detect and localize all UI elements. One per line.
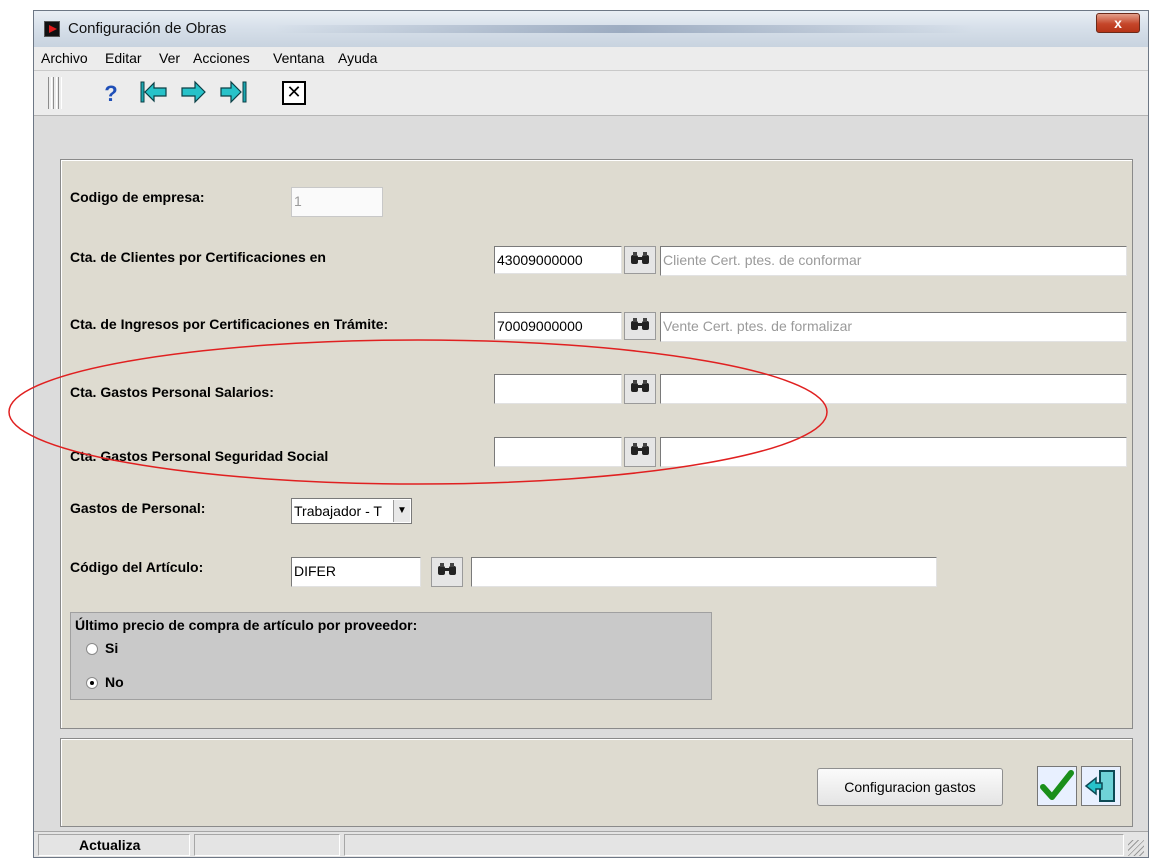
- window-title: Configuración de Obras: [68, 20, 227, 37]
- exit-door-icon[interactable]: [1081, 766, 1121, 806]
- cta-clientes-label: Cta. de Clientes por Certificaciones en: [70, 249, 326, 265]
- menu-archivo[interactable]: Archivo: [41, 50, 88, 66]
- menu-bar: Archivo Editar Ver Acciones Ventana Ayud…: [34, 47, 1148, 71]
- menu-acciones[interactable]: Acciones: [193, 50, 250, 66]
- radio-no-label: No: [105, 674, 124, 690]
- codigo-articulo-description: [471, 557, 937, 587]
- checkmark-icon[interactable]: [1037, 766, 1077, 806]
- resize-grip-icon[interactable]: [1128, 840, 1144, 856]
- first-record-icon[interactable]: [139, 79, 169, 109]
- title-bar-sheen: [274, 25, 974, 33]
- binoculars-icon[interactable]: [431, 557, 463, 587]
- configuracion-gastos-button[interactable]: Configuracion gastos: [817, 768, 1003, 806]
- ultimo-precio-group: Último precio de compra de artículo por …: [70, 612, 712, 700]
- title-bar: Configuración de Obras x: [34, 11, 1148, 48]
- codigo-empresa-label: Codigo de empresa:: [70, 189, 205, 205]
- toolbar-grip: [48, 77, 52, 109]
- cta-clientes-code[interactable]: 43009000000: [494, 246, 622, 274]
- status-cell: [194, 834, 340, 856]
- chevron-down-icon[interactable]: ▼: [393, 500, 410, 522]
- status-cell: Actualiza: [38, 834, 190, 856]
- status-bar: Actualiza: [34, 831, 1148, 857]
- menu-ventana[interactable]: Ventana: [273, 50, 324, 66]
- status-cell: [344, 834, 1124, 856]
- toolbar-grip: [53, 77, 57, 109]
- close-window-icon[interactable]: ✕: [282, 81, 306, 105]
- menu-ayuda[interactable]: Ayuda: [338, 50, 377, 66]
- codigo-articulo-label: Código del Artículo:: [70, 559, 204, 575]
- binoculars-icon[interactable]: [624, 246, 656, 274]
- toolbar-grip: [58, 77, 62, 109]
- codigo-articulo-code[interactable]: DIFER: [291, 557, 421, 587]
- status-text: Actualiza: [79, 837, 141, 853]
- gastos-personal-label: Gastos de Personal:: [70, 500, 206, 516]
- gastos-personal-select[interactable]: Trabajador - T ▼: [291, 498, 412, 524]
- next-record-icon[interactable]: [179, 79, 209, 109]
- radio-si[interactable]: [86, 643, 98, 655]
- menu-editar[interactable]: Editar: [105, 50, 142, 66]
- cta-clientes-description: Cliente Cert. ptes. de conformar: [660, 246, 1127, 276]
- toolbar: ? ✕: [34, 71, 1148, 116]
- ultimo-precio-legend: Último precio de compra de artículo por …: [75, 617, 418, 633]
- last-record-icon[interactable]: [219, 79, 249, 109]
- gastos-personal-value: Trabajador - T: [294, 503, 382, 519]
- close-button[interactable]: x: [1096, 13, 1140, 33]
- menu-ver[interactable]: Ver: [159, 50, 180, 66]
- annotation-overlay: [8, 339, 828, 485]
- radio-si-label: Si: [105, 640, 119, 656]
- help-icon[interactable]: ?: [96, 79, 126, 109]
- codigo-empresa-field: 1: [291, 187, 383, 217]
- red-ellipse-annotation: [8, 339, 828, 485]
- bottom-panel: Configuracion gastos: [60, 738, 1133, 827]
- radio-no[interactable]: [86, 677, 98, 689]
- app-icon: [44, 21, 60, 37]
